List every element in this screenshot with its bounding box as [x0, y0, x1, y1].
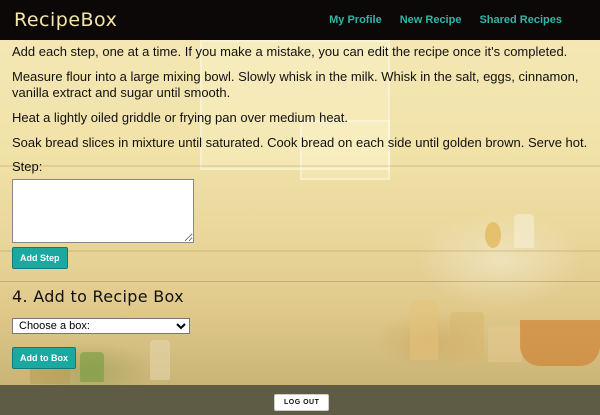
- top-navbar: RecipeBox My Profile New Recipe Shared R…: [0, 0, 600, 40]
- main-nav: My Profile New Recipe Shared Recipes: [329, 14, 562, 26]
- nav-my-profile[interactable]: My Profile: [329, 14, 382, 26]
- recipe-box-heading: 4. Add to Recipe Box: [12, 287, 184, 306]
- jar-decor: [80, 352, 104, 382]
- step-label: Step:: [12, 159, 43, 174]
- recipe-step: Soak bread slices in mixture until satur…: [12, 135, 588, 150]
- recipe-box-select[interactable]: Choose a box:: [12, 318, 190, 334]
- section-divider: [0, 281, 600, 282]
- jar-decor: [410, 300, 438, 360]
- step-input[interactable]: [12, 179, 194, 243]
- add-to-box-button[interactable]: Add to Box: [12, 347, 76, 369]
- step-instructions: Add each step, one at a time. If you mak…: [12, 44, 588, 243]
- intro-text: Add each step, one at a time. If you mak…: [12, 44, 568, 59]
- nav-new-recipe[interactable]: New Recipe: [400, 14, 462, 26]
- nav-shared-recipes[interactable]: Shared Recipes: [479, 14, 562, 26]
- jar-decor: [488, 326, 522, 362]
- jar-decor: [450, 312, 484, 362]
- logout-button[interactable]: LOG OUT: [274, 394, 330, 411]
- shelf-decor: [0, 250, 600, 252]
- recipe-step: Heat a lightly oiled griddle or frying p…: [12, 110, 349, 125]
- add-step-button[interactable]: Add Step: [12, 247, 68, 269]
- bottle-decor: [150, 340, 170, 380]
- app-logo[interactable]: RecipeBox: [14, 9, 117, 31]
- recipe-step: Measure flour into a large mixing bowl. …: [12, 69, 579, 100]
- pot-decor: [520, 320, 600, 366]
